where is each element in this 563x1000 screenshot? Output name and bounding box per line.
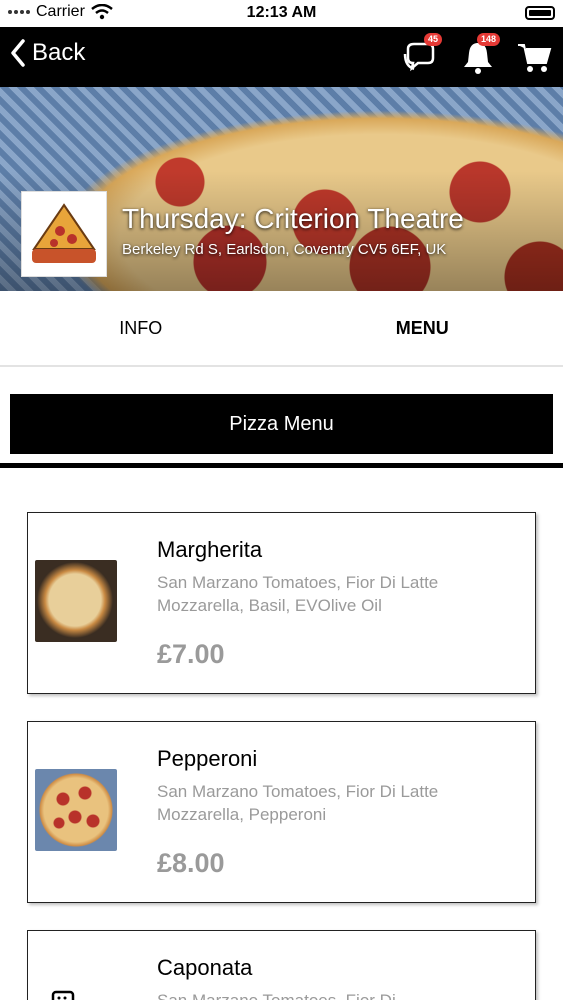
divider [0,463,563,468]
venue-title: Thursday: Criterion Theatre [122,203,464,234]
menu-item-card[interactable]: Caponata San Marzano Tomatoes, Fior Di [27,930,536,1000]
chevron-left-icon [11,39,25,67]
notifications-badge: 148 [476,33,500,46]
back-label: Back [32,39,86,66]
pizza-slice-logo-icon [32,203,96,263]
menu-item-name: Pepperoni [157,746,258,771]
chat-button[interactable]: 45 [402,33,442,75]
nav-bar: Back 45 148 [0,27,563,87]
menu-item-price: £8.00 [157,848,225,878]
menu-item-description: San Marzano Tomatoes, Fior Di Latte Mozz… [157,782,439,824]
menu-item-description: San Marzano Tomatoes, Fior Di Latte Mozz… [157,573,439,615]
cart-button[interactable] [516,39,552,75]
status-bar: Carrier 12:13 AM [0,0,563,27]
menu-item-price: £7.00 [157,639,225,669]
menu-item-image [35,560,117,642]
tab-info[interactable]: INFO [0,291,282,365]
venue-address: Berkeley Rd S, Earlsdon, Coventry CV5 6E… [122,241,447,258]
tab-bar: INFO MENU [0,291,563,367]
menu-item-image [35,769,117,851]
venue-logo [21,191,107,277]
tab-menu[interactable]: MENU [282,291,563,365]
venue-hero-image: Thursday: Criterion Theatre Berkeley Rd … [0,87,563,291]
menu-item-name: Margherita [157,537,263,562]
chat-badge: 45 [423,33,442,46]
back-button[interactable]: Back [10,39,85,67]
menu-item-description: San Marzano Tomatoes, Fior Di [157,989,477,1000]
image-placeholder-icon [51,990,75,1000]
notifications-button[interactable]: 148 [460,33,500,75]
menu-item-card[interactable]: Pepperoni San Marzano Tomatoes, Fior Di … [27,721,536,903]
cart-icon [518,44,552,72]
menu-item-card[interactable]: Margherita San Marzano Tomatoes, Fior Di… [27,512,536,694]
battery-icon [525,6,555,20]
menu-item-name: Caponata [157,955,253,980]
menu-category-header[interactable]: Pizza Menu [10,394,553,454]
status-time: 12:13 AM [246,4,317,21]
